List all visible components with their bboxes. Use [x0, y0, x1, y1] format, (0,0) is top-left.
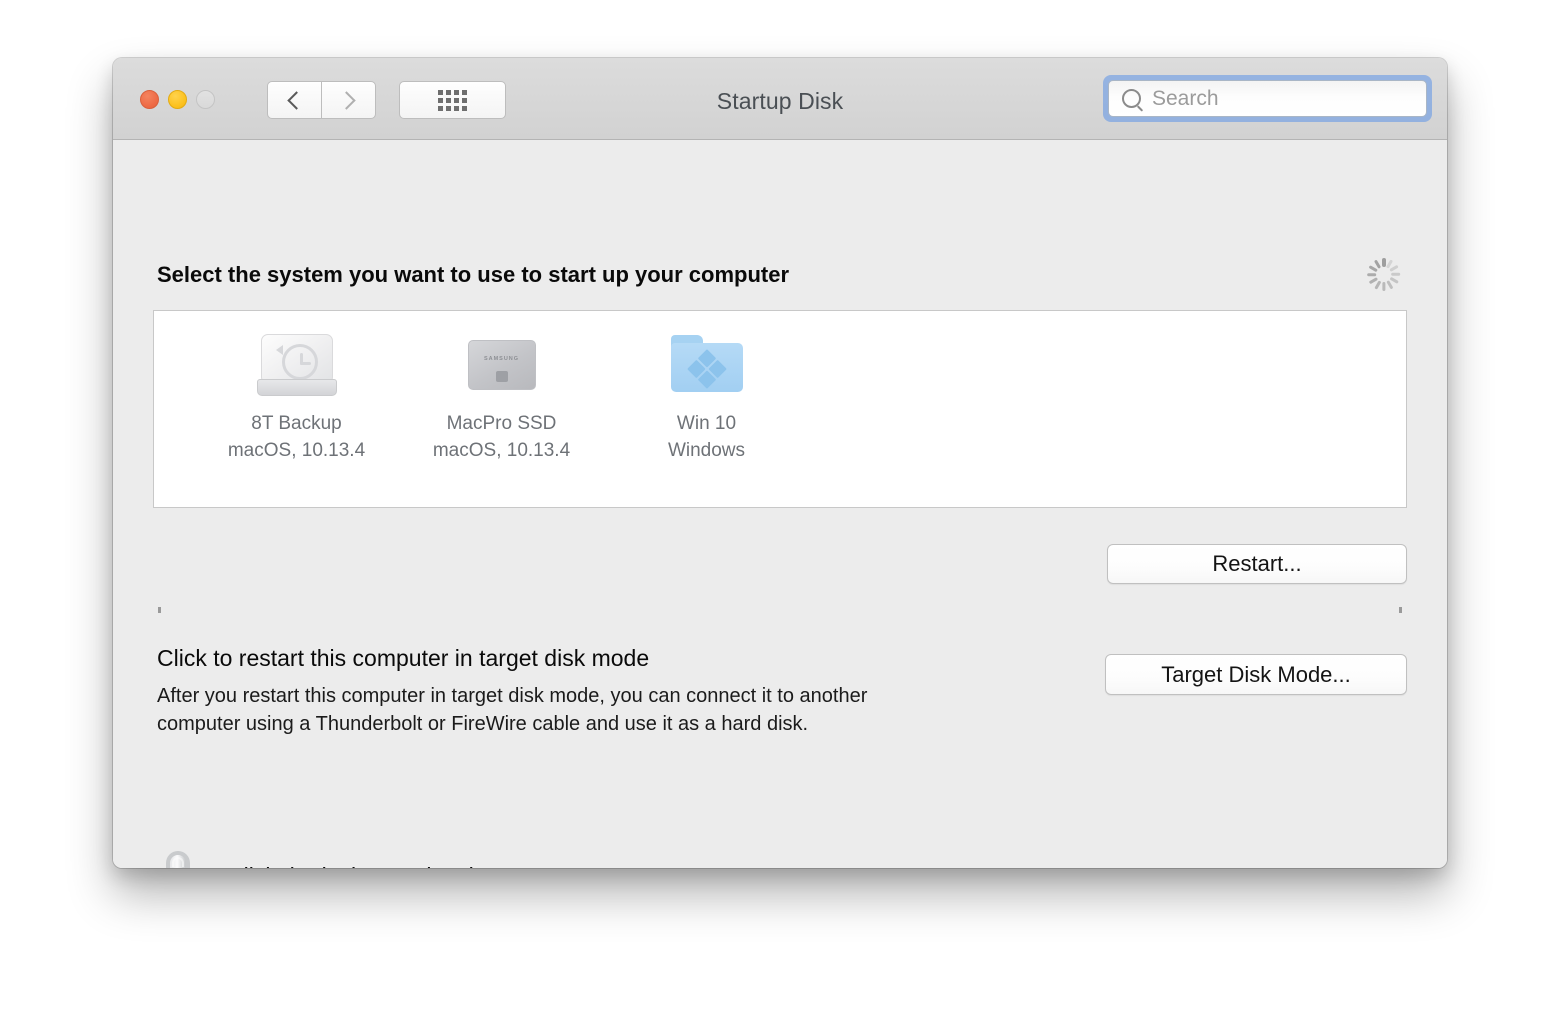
lock-row: Click the lock to make changes.	[153, 850, 550, 868]
disk-label: 8T Backup macOS, 10.13.4	[228, 410, 365, 464]
search-icon	[1122, 89, 1141, 108]
disk-name: MacPro SSD	[433, 410, 570, 437]
disk-name: Win 10	[668, 410, 745, 437]
startup-disk-window: Startup Disk Search Select the system yo…	[113, 58, 1447, 868]
disk-system: macOS, 10.13.4	[433, 437, 570, 464]
loading-spinner-icon	[1366, 256, 1402, 292]
preference-pane-content: Select the system you want to use to sta…	[113, 140, 1447, 868]
lock-closed-icon[interactable]	[153, 850, 203, 868]
samsung-ssd-icon: SAMSUNG	[468, 330, 536, 396]
target-disk-mode-button[interactable]: Target Disk Mode...	[1105, 654, 1407, 695]
restart-button[interactable]: Restart...	[1107, 544, 1407, 584]
disk-item-macpro-ssd[interactable]: SAMSUNG MacPro SSD macOS, 10.13.4	[399, 330, 604, 464]
disk-system: macOS, 10.13.4	[228, 437, 365, 464]
lock-label: Click the lock to make changes.	[227, 863, 550, 869]
separator-tick-right	[1399, 607, 1402, 613]
disk-label: Win 10 Windows	[668, 410, 745, 464]
search-placeholder: Search	[1152, 87, 1219, 111]
startup-disk-list: 8T Backup macOS, 10.13.4 SAMSUNG MacPro …	[153, 310, 1407, 508]
disk-label: MacPro SSD macOS, 10.13.4	[433, 410, 570, 464]
separator-tick-left	[158, 607, 161, 613]
target-disk-mode-title: Click to restart this computer in target…	[157, 645, 649, 672]
windows-folder-icon	[671, 330, 743, 396]
disk-item-8t-backup[interactable]: 8T Backup macOS, 10.13.4	[194, 330, 399, 464]
time-machine-drive-icon	[257, 330, 337, 396]
window-toolbar: Startup Disk Search	[113, 58, 1447, 140]
search-field-focus-ring: Search	[1103, 75, 1432, 122]
disk-system: Windows	[668, 437, 745, 464]
disk-item-win-10[interactable]: Win 10 Windows	[604, 330, 809, 464]
target-disk-mode-description: After you restart this computer in targe…	[157, 682, 947, 738]
search-input[interactable]: Search	[1108, 80, 1427, 117]
page-title: Select the system you want to use to sta…	[157, 262, 789, 288]
disk-name: 8T Backup	[228, 410, 365, 437]
